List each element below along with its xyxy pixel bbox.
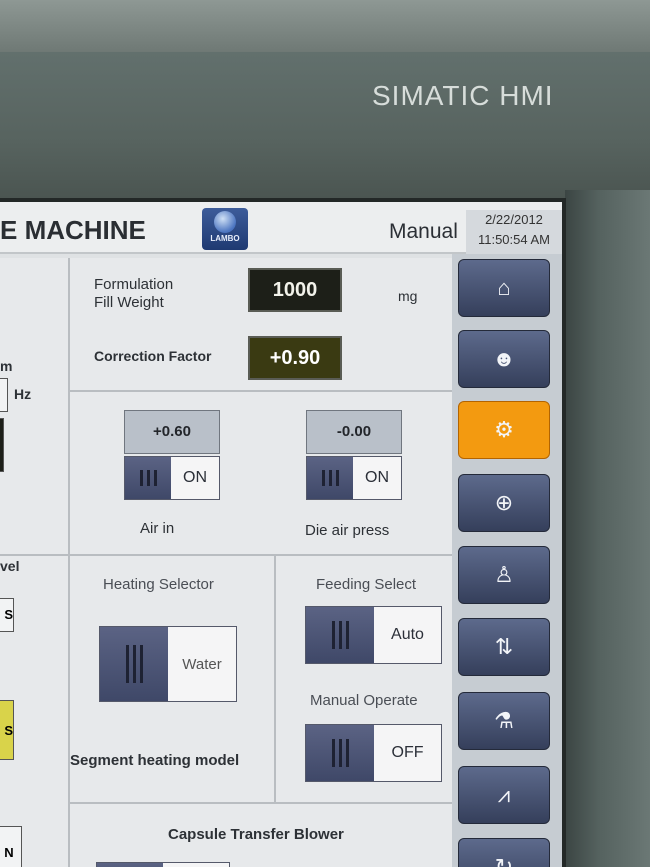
toggle-handle-icon [100, 627, 168, 701]
feeding-state: Auto [374, 607, 441, 663]
toggle-handle-icon [97, 863, 163, 867]
test-tube-icon: ⚗ [494, 708, 514, 733]
manual-operate-label: Manual Operate [310, 692, 418, 709]
die-air-value[interactable]: -0.00 [306, 410, 402, 454]
left-s-button-1[interactable]: S [0, 598, 14, 632]
logo-globe-icon [214, 211, 236, 233]
nav-button-sort[interactable]: ⇅ [458, 618, 550, 676]
unit-hz-label: Hz [14, 386, 32, 402]
left-input-stub[interactable] [0, 378, 8, 412]
nav-button-pressure-gauge[interactable]: ⊕ [458, 474, 550, 532]
mode-label: Manual [389, 220, 458, 243]
toggle-handle-icon [307, 457, 353, 499]
company-logo: LAMBO [202, 208, 248, 250]
hmi-screen: E MACHINE LAMBO Manual 2/22/2012 11:50:5… [0, 198, 566, 867]
divider-heating-feeding [274, 556, 276, 802]
pressure-gauge-icon: ⊕ [494, 490, 514, 515]
logo-text: LAMBO [210, 234, 240, 243]
side-navigation: ⌂ ☻ ⚙ ⊕ ♙ ⇅ ⚗ ⩘ ↻ [452, 254, 562, 867]
correction-factor-field[interactable]: +0.90 [248, 336, 342, 380]
fill-weight-field[interactable]: 1000 [248, 268, 342, 312]
die-air-state: ON [353, 457, 401, 499]
capsule-transfer-blower-label: Capsule Transfer Blower [168, 826, 344, 843]
left-n-button[interactable]: N [0, 826, 22, 867]
hmi-bezel-band [0, 52, 650, 202]
nav-button-home[interactable]: ⌂ [458, 259, 550, 317]
trend-chart-icon: ⩘ [497, 782, 511, 807]
date-text: 2/22/2012 [485, 212, 543, 227]
air-in-label: Air in [140, 520, 175, 537]
toggle-handle-icon [306, 607, 374, 663]
tools-settings-icon: ⚙ [494, 417, 514, 442]
sort-icon: ⇅ [494, 634, 514, 659]
divider-left [68, 258, 70, 867]
left-panel: m Hz vel S S N [0, 258, 68, 867]
feeding-select-label: Feeding Select [316, 576, 417, 593]
capsule-state [163, 863, 229, 867]
air-in-value[interactable]: +0.60 [124, 410, 220, 454]
left-value-stub[interactable] [0, 418, 4, 472]
level-label: vel [0, 558, 20, 574]
correction-factor-label: Correction Factor [94, 348, 212, 364]
air-in-state: ON [171, 457, 219, 499]
fill-weight-label-1: Formulation [94, 276, 174, 293]
nav-button-trend-chart[interactable]: ⩘ [458, 766, 550, 824]
segment-heating-model-label: Segment heating model [70, 752, 240, 769]
s2-text: S [4, 723, 13, 738]
air-in-toggle[interactable]: ON [124, 456, 220, 500]
divider-formulation [70, 390, 452, 392]
unit-m-label: m [0, 358, 13, 374]
datetime-display: 2/22/2012 11:50:54 AM [466, 210, 562, 254]
toggle-handle-icon [306, 725, 374, 781]
heating-selector-toggle[interactable]: Water [99, 626, 237, 702]
hmi-bezel-right [565, 190, 650, 867]
die-air-label: Die air press [305, 522, 390, 539]
divider-air [0, 554, 452, 556]
user-icon: ♙ [494, 562, 514, 587]
s1-text: S [4, 607, 13, 622]
manual-operate-toggle[interactable]: OFF [305, 724, 442, 782]
nav-button-operator[interactable]: ☻ [458, 330, 550, 388]
nav-button-refresh[interactable]: ↻ [458, 838, 550, 867]
time-text: 11:50:54 AM [477, 232, 551, 247]
page-title: E MACHINE [0, 215, 146, 245]
n-text: N [4, 845, 14, 860]
toggle-handle-icon [125, 457, 171, 499]
die-air-toggle[interactable]: ON [306, 456, 402, 500]
operator-icon: ☻ [492, 346, 516, 371]
brand-label: SIMATIC HMI [372, 80, 554, 111]
home-icon: ⌂ [497, 275, 511, 300]
refresh-icon: ↻ [494, 854, 514, 867]
nav-button-test-tube[interactable]: ⚗ [458, 692, 550, 750]
capsule-transfer-toggle[interactable] [96, 862, 230, 867]
nav-button-tools-settings[interactable]: ⚙ [458, 401, 550, 459]
fill-weight-label-2: Fill Weight [94, 294, 164, 311]
header-bar: E MACHINE LAMBO Manual 2/22/2012 11:50:5… [0, 202, 562, 254]
feeding-select-toggle[interactable]: Auto [305, 606, 442, 664]
heating-state: Water [168, 627, 236, 701]
fill-weight-unit: mg [398, 288, 418, 304]
heating-selector-label: Heating Selector [103, 576, 214, 593]
divider-capsule [70, 802, 452, 804]
manual-operate-state: OFF [374, 725, 441, 781]
hmi-bezel-top [0, 0, 650, 60]
nav-button-user[interactable]: ♙ [458, 546, 550, 604]
left-s-button-2[interactable]: S [0, 700, 14, 760]
